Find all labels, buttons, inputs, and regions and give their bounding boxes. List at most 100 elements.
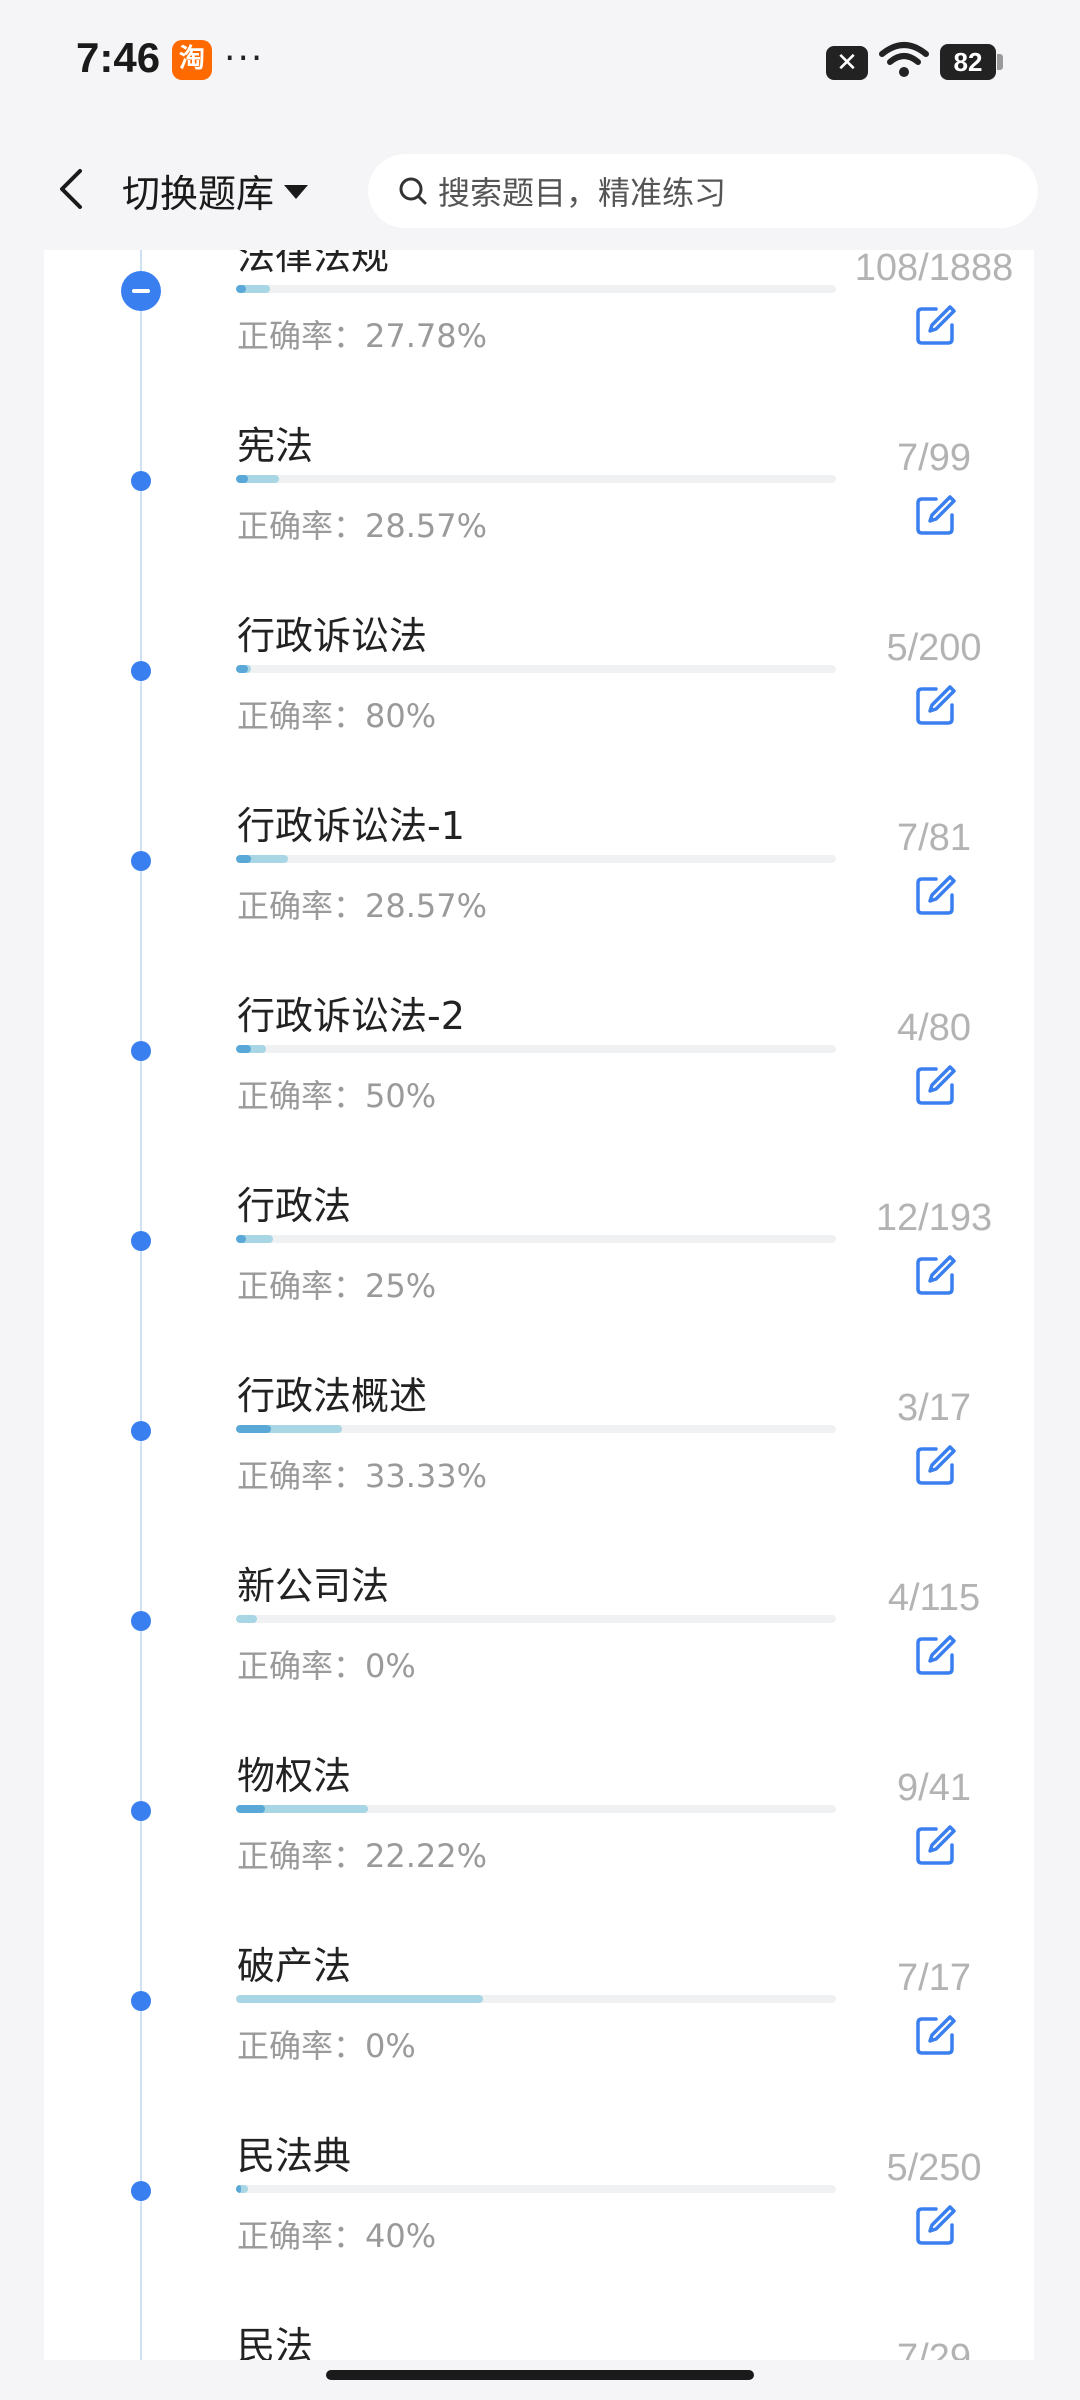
progress-fill-correct	[236, 475, 248, 483]
chapter-item[interactable]: 行政法正确率：25% 12/193	[44, 1135, 1034, 1325]
progress-fill-answered	[236, 1995, 483, 2003]
more-notifications-icon: ···	[224, 38, 265, 79]
timeline-node-icon	[131, 851, 151, 871]
progress-fill-correct	[236, 1425, 271, 1433]
accuracy-label: 正确率：	[237, 2217, 366, 2255]
chapter-title: 行政法	[237, 1184, 352, 1228]
timeline-node-icon	[131, 1041, 151, 1061]
chapter-title: 法律法规	[237, 250, 390, 278]
chapter-title: 民法	[237, 2324, 314, 2360]
progress-count: 108/1888	[854, 250, 1014, 289]
accuracy-text: 正确率：0%	[237, 2021, 416, 2067]
timeline-node-icon	[131, 471, 151, 491]
chapter-item[interactable]: 民法典正确率：40% 5/250	[44, 2085, 1034, 2275]
accuracy-label: 正确率：	[237, 507, 366, 545]
practice-edit-icon[interactable]	[914, 493, 958, 537]
accuracy-value: 50%	[365, 1077, 437, 1115]
chapter-title: 行政诉讼法	[237, 614, 428, 658]
sim-off-icon: ✕	[826, 46, 868, 80]
progress-fill-correct	[236, 665, 248, 673]
practice-edit-icon[interactable]	[914, 303, 958, 347]
timeline-node-icon	[131, 661, 151, 681]
accuracy-value: 40%	[365, 2217, 437, 2255]
progress-count: 5/200	[886, 627, 982, 669]
chapter-title: 新公司法	[237, 1564, 390, 1608]
battery-tip	[997, 54, 1003, 70]
accuracy-value: 25%	[365, 1267, 437, 1305]
progress-bar	[236, 665, 836, 673]
progress-count: 4/80	[897, 1007, 971, 1049]
question-bank-list: 法律法规 正确率：27.78% 108/1888 宪法 正确率：28.57% 7/99 行政…	[44, 250, 1034, 2360]
practice-edit-icon[interactable]	[914, 1823, 958, 1867]
accuracy-text: 正确率：0%	[237, 1641, 416, 1687]
accuracy-text: 正确率：27.78%	[237, 311, 487, 357]
timeline-node-icon	[131, 1611, 151, 1631]
practice-edit-icon[interactable]	[914, 2013, 958, 2057]
practice-edit-icon[interactable]	[914, 1443, 958, 1487]
chapter-item[interactable]: 行政诉讼法-1 正确率：28.57% 7/81	[44, 755, 1034, 945]
chapter-item[interactable]: 破产法 正确率：0% 7/17	[44, 1895, 1034, 2085]
accuracy-text: 正确率：22.22%	[237, 1831, 487, 1877]
progress-bar	[236, 1615, 836, 1623]
chapter-item[interactable]: 新公司法正确率：0% 4/115	[44, 1515, 1034, 1705]
progress-fill-answered	[236, 1615, 257, 1623]
accuracy-label: 正确率：	[237, 697, 366, 735]
timeline-node-icon	[131, 1991, 151, 2011]
chapter-title: 行政法概述	[237, 1374, 428, 1418]
accuracy-value: 27.78%	[365, 317, 488, 355]
progress-bar	[236, 1425, 836, 1433]
chapter-item[interactable]: 行政法概述 正确率：33.33% 3/17	[44, 1325, 1034, 1515]
collapse-node-icon[interactable]	[121, 271, 161, 311]
chapter-item[interactable]: 民法 7/29	[44, 2275, 1034, 2360]
chapter-title: 破产法	[237, 1944, 352, 1988]
accuracy-text: 正确率：28.57%	[237, 881, 487, 927]
chapter-title: 物权法	[237, 1754, 352, 1798]
practice-edit-icon[interactable]	[914, 1063, 958, 1107]
wifi-icon	[879, 42, 929, 77]
accuracy-value: 22.22%	[365, 1837, 488, 1875]
chapter-item[interactable]: 行政诉讼法正确率：80% 5/200	[44, 565, 1034, 755]
chapter-title: 宪法	[237, 424, 314, 468]
chapter-title: 民法典	[237, 2134, 352, 2178]
practice-edit-icon[interactable]	[914, 683, 958, 727]
chapter-item[interactable]: 物权法正确率：22.22% 9/41	[44, 1705, 1034, 1895]
home-indicator[interactable]	[326, 2370, 754, 2380]
progress-count: 4/115	[887, 1577, 981, 1619]
accuracy-text: 正确率：40%	[237, 2211, 436, 2257]
chapter-item[interactable]: 行政诉讼法-2 正确率：50% 4/80	[44, 945, 1034, 1135]
search-input[interactable]: 搜索题目，精准练习	[368, 154, 1038, 228]
accuracy-label: 正确率：	[237, 887, 366, 925]
progress-fill-correct	[236, 1805, 265, 1813]
progress-bar	[236, 475, 836, 483]
chapter-item[interactable]: 宪法 正确率：28.57% 7/99	[44, 375, 1034, 565]
search-icon	[399, 177, 427, 205]
accuracy-text: 正确率：28.57%	[237, 501, 487, 547]
practice-edit-icon[interactable]	[914, 1253, 958, 1297]
accuracy-label: 正确率：	[237, 2027, 366, 2065]
back-button[interactable]	[40, 154, 100, 224]
timeline-node-icon	[131, 1801, 151, 1821]
progress-count: 5/250	[886, 2147, 982, 2189]
status-bar: 7:46 淘 ··· ✕ 82	[0, 0, 1080, 130]
chapter-item[interactable]: 法律法规正确率：27.78% 108/1888	[44, 250, 1034, 375]
practice-edit-icon[interactable]	[914, 2203, 958, 2247]
accuracy-value: 80%	[365, 697, 437, 735]
chevron-left-icon	[60, 169, 82, 209]
switch-question-bank-button[interactable]: 切换题库	[122, 158, 309, 222]
timeline-node-icon	[131, 1231, 151, 1251]
progress-bar	[236, 1805, 836, 1813]
progress-count: 7/29	[897, 2337, 971, 2360]
accuracy-label: 正确率：	[237, 1837, 366, 1875]
practice-edit-icon[interactable]	[914, 873, 958, 917]
status-time: 7:46	[76, 34, 161, 81]
accuracy-label: 正确率：	[237, 1267, 366, 1305]
search-placeholder: 搜索题目，精准练习	[438, 174, 727, 212]
caret-down-icon	[284, 185, 309, 199]
progress-fill-correct	[236, 285, 246, 293]
accuracy-text: 正确率：33.33%	[237, 1451, 487, 1497]
progress-count: 9/41	[897, 1767, 971, 1809]
progress-count: 12/193	[875, 1197, 993, 1239]
progress-bar	[236, 855, 836, 863]
practice-edit-icon[interactable]	[914, 1633, 958, 1677]
progress-bar	[236, 285, 836, 293]
